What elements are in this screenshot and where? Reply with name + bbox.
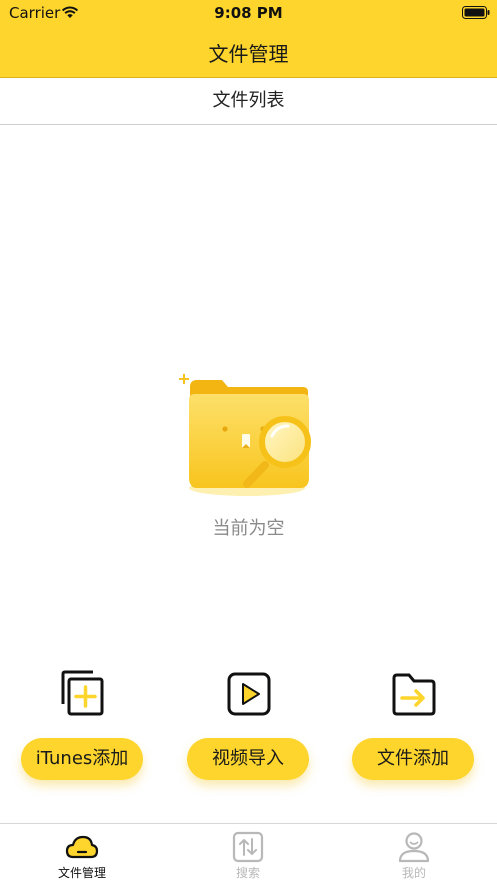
section-title: 文件列表	[212, 90, 285, 111]
tab-file-management[interactable]: 文件管理	[32, 824, 132, 883]
tab-label: 文件管理	[57, 866, 106, 880]
transfer-arrows-icon	[232, 831, 264, 863]
video-play-icon	[227, 672, 271, 716]
status-bar: Carrier 9:08 PM	[0, 0, 497, 26]
empty-folder-search-icon	[179, 374, 311, 496]
cloud-icon	[65, 835, 99, 859]
video-import-button[interactable]: 视频导入	[187, 738, 309, 780]
navigation-header: Carrier 9:08 PM 文件管理	[0, 0, 497, 78]
file-add-button[interactable]: 文件添加	[352, 738, 474, 780]
battery-icon	[462, 6, 490, 19]
tab-profile[interactable]: 我的	[364, 824, 464, 883]
file-add-action: 文件添加	[352, 670, 474, 785]
clock: 9:08 PM	[214, 4, 283, 22]
tab-label: 搜索	[235, 866, 260, 880]
tab-label: 我的	[401, 866, 426, 880]
itunes-add-action: iTunes添加	[21, 670, 143, 785]
video-import-action: 视频导入	[187, 670, 309, 785]
copy-add-icon	[61, 670, 104, 716]
empty-state-message: 当前为空	[212, 518, 285, 539]
itunes-add-button[interactable]: iTunes添加	[21, 738, 143, 780]
folder-import-icon	[392, 673, 436, 716]
file-list-header: 文件列表	[0, 79, 497, 125]
tab-search[interactable]: 搜索	[198, 824, 298, 883]
page-title: 文件管理	[208, 42, 289, 66]
tab-bar: 文件管理 搜索 我的	[0, 823, 497, 883]
user-icon	[398, 832, 430, 863]
